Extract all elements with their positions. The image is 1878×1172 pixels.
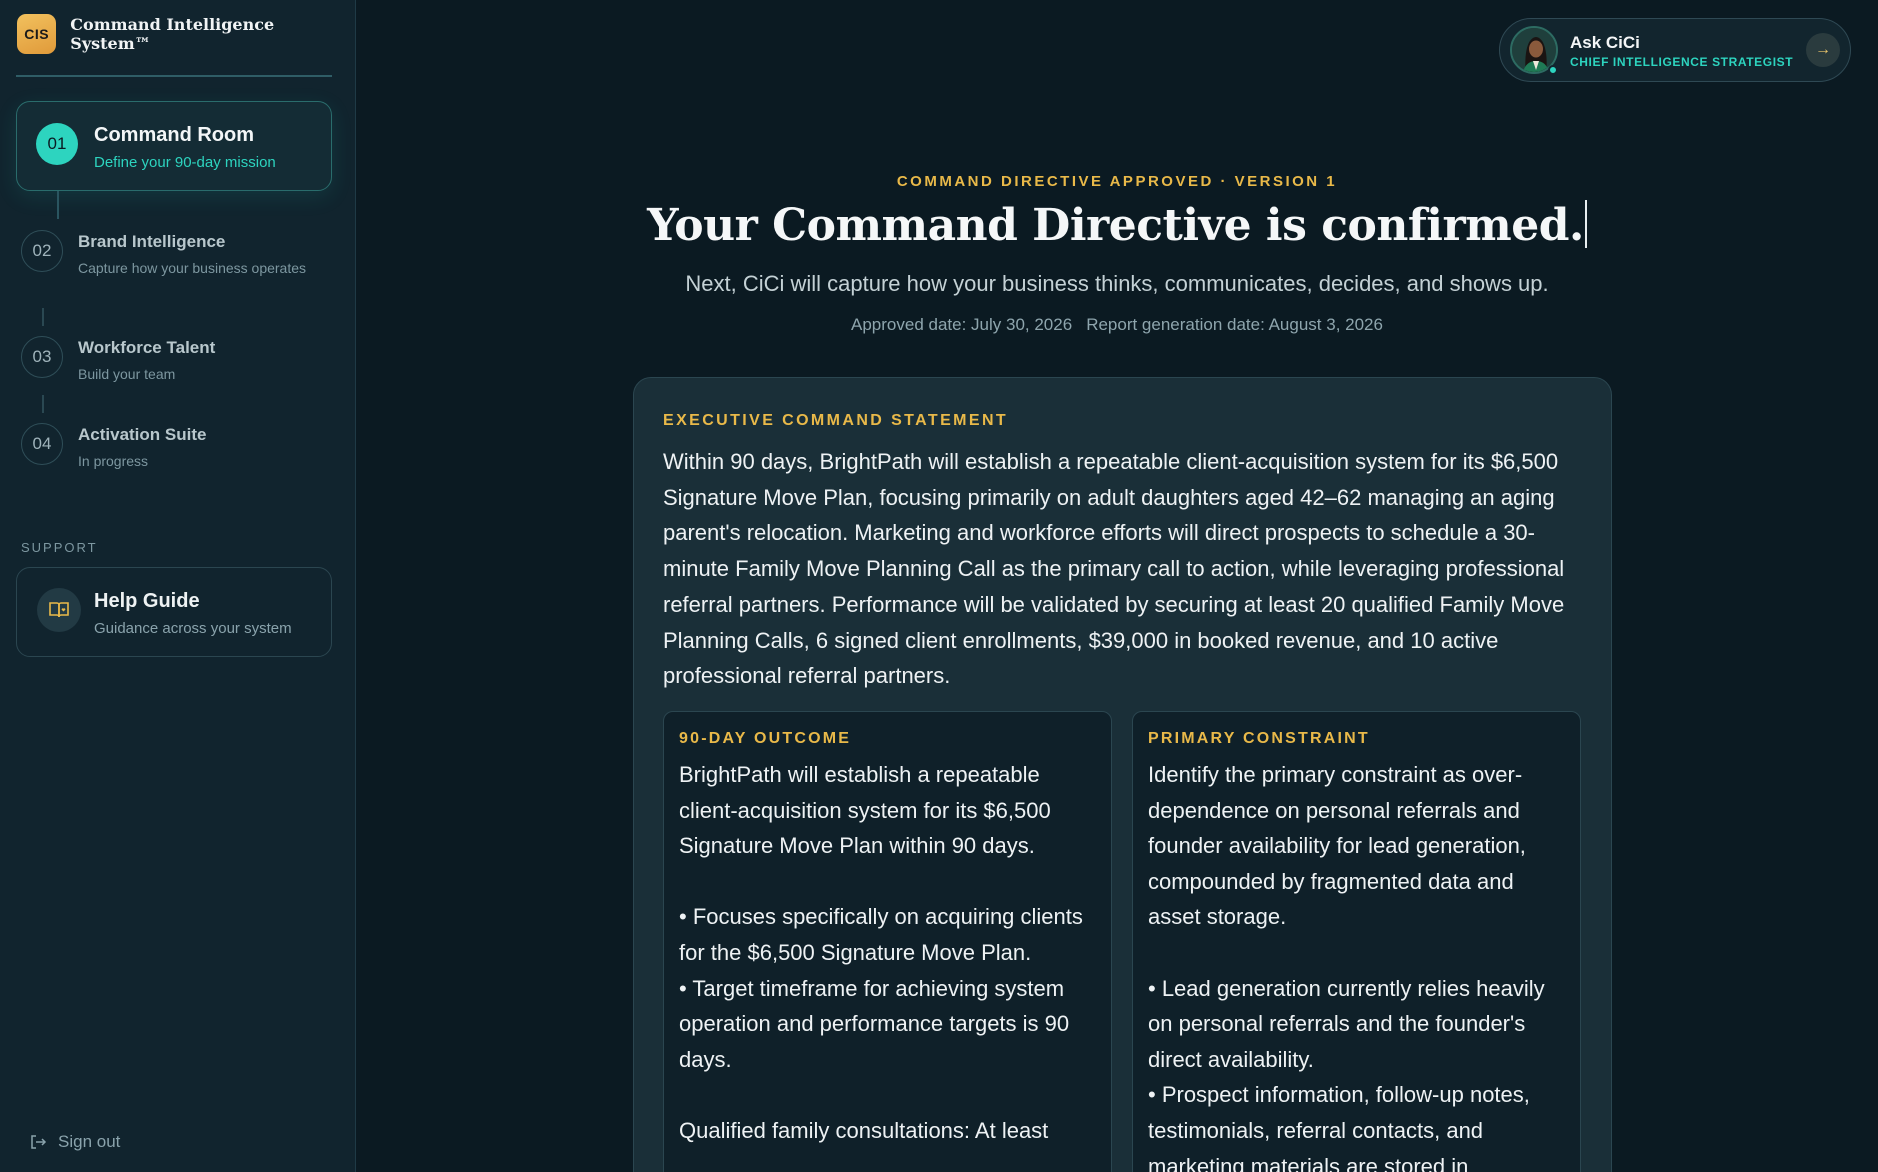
constraint-text: Identify the primary constraint as over-… <box>1148 762 1545 1172</box>
sidebar: CIS Command Intelligence System™ 01 Comm… <box>0 0 356 1172</box>
step-number: 01 <box>36 123 78 165</box>
text-caret <box>1584 200 1587 248</box>
brand-logo: CIS <box>17 14 57 54</box>
help-guide-button[interactable]: Help Guide Guidance across your system <box>16 567 332 657</box>
brand-name: Command Intelligence System™ <box>70 15 275 53</box>
step-connector <box>57 191 59 219</box>
step-subtitle: Build your team <box>78 366 176 382</box>
approved-date: Approved date: July 30, 2026 <box>851 315 1073 334</box>
assistant-name: Ask CiCi <box>1570 33 1640 52</box>
page-subtitle: Next, CiCi will capture how your busines… <box>685 271 1549 296</box>
step-connector <box>42 395 44 413</box>
sign-out-label: Sign out <box>58 1132 121 1151</box>
step-title: Command Room <box>94 124 254 146</box>
outcome-label: 90-DAY OUTCOME <box>679 730 852 747</box>
help-title: Help Guide <box>94 590 200 612</box>
online-status-dot <box>1548 65 1558 75</box>
outcome-text: BrightPath will establish a repeatable c… <box>679 762 1083 1143</box>
step-command-room[interactable]: 01 Command Room Define your 90-day missi… <box>16 101 332 191</box>
book-heart-icon <box>37 588 81 632</box>
date-line: Approved date: July 30, 2026 Report gener… <box>356 315 1878 335</box>
step-subtitle: Capture how your business operates <box>78 260 307 276</box>
step-number: 02 <box>21 230 63 272</box>
executive-statement-card: EXECUTIVE COMMAND STATEMENT Within 90 da… <box>633 377 1612 1172</box>
brand[interactable]: CIS Command Intelligence System™ <box>17 14 355 54</box>
arrow-right-icon[interactable]: → <box>1806 33 1840 67</box>
step-title: Workforce Talent <box>78 338 216 357</box>
support-label: SUPPORT <box>21 540 98 555</box>
page-title: Your Command Directive is confirmed. <box>356 200 1878 251</box>
step-connector <box>42 308 44 326</box>
approval-eyebrow: COMMAND DIRECTIVE APPROVED · VERSION 1 <box>896 173 1338 190</box>
assistant-role: CHIEF INTELLIGENCE STRATEGIST <box>1570 55 1794 69</box>
sign-out-icon <box>31 1135 47 1149</box>
divider <box>16 75 332 77</box>
headline-text: Your Command Directive is confirmed. <box>647 200 1584 251</box>
step-title: Activation Suite <box>78 425 207 444</box>
ask-cici-button[interactable]: Ask CiCi CHIEF INTELLIGENCE STRATEGIST → <box>1499 18 1851 82</box>
constraint-label: PRIMARY CONSTRAINT <box>1148 730 1370 747</box>
report-date: Report generation date: August 3, 2026 <box>1086 315 1383 334</box>
statement-label: EXECUTIVE COMMAND STATEMENT <box>663 412 1009 429</box>
constraint-card: PRIMARY CONSTRAINT Identify the primary … <box>1132 711 1581 1172</box>
step-subtitle: In progress <box>78 453 149 469</box>
sign-out-button[interactable]: Sign out <box>29 1132 120 1152</box>
outcome-card: 90-DAY OUTCOME BrightPath will establish… <box>663 711 1112 1172</box>
statement-text: Within 90 days, BrightPath will establis… <box>663 449 1565 689</box>
step-number: 03 <box>21 336 63 378</box>
step-title: Brand Intelligence <box>78 232 226 251</box>
help-subtitle: Guidance across your system <box>94 620 292 637</box>
step-number: 04 <box>21 423 63 465</box>
step-subtitle: Define your 90-day mission <box>94 154 276 171</box>
app-root: CIS Command Intelligence System™ 01 Comm… <box>0 0 1878 1172</box>
